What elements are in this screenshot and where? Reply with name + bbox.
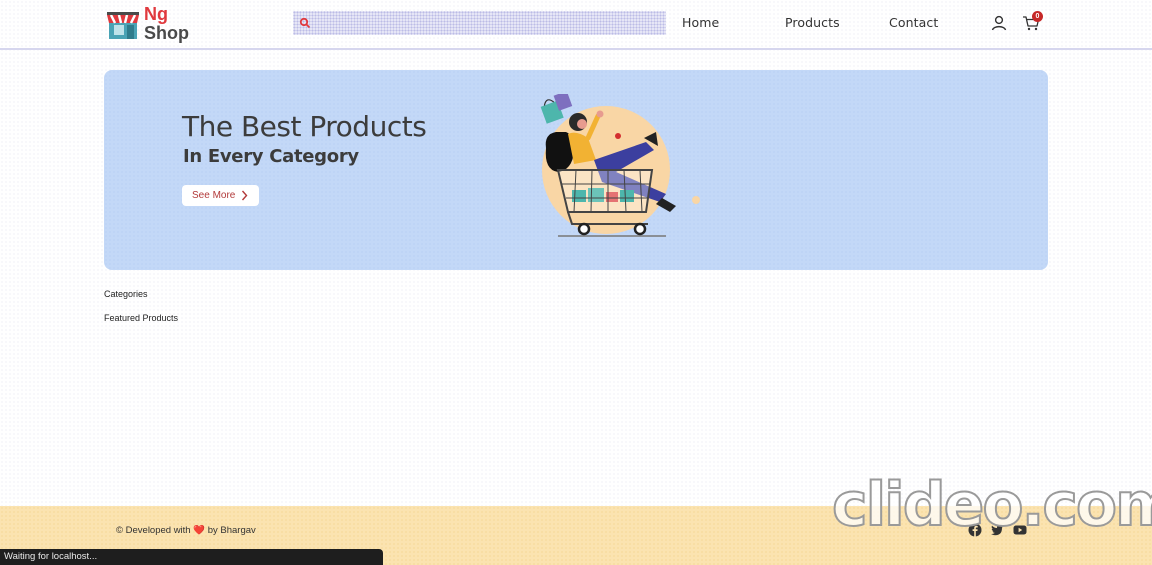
search-input[interactable] [315,13,659,33]
nav-home-link[interactable]: Home [682,15,719,30]
chevron-right-icon [241,190,248,201]
shopping-cart-illustration [540,94,700,237]
shop-logo-icon [107,12,139,39]
hero-banner: The Best Products In Every Category See … [104,70,1048,270]
logo[interactable]: Ng Shop [106,4,196,44]
browser-status-bar: Waiting for localhost... [0,549,383,565]
site-header: Ng Shop Home Products Contact 0 [0,0,1152,50]
see-more-button[interactable]: See More [182,185,259,206]
nav-contact-link[interactable]: Contact [889,15,938,30]
logo-text-shop: Shop [144,23,189,43]
hero-subtitle: In Every Category [183,146,359,167]
featured-products-heading: Featured Products [104,313,179,323]
copyright-author: by Bhargav [207,525,256,536]
categories-heading: Categories [104,289,148,299]
cart-count-badge: 0 [1032,11,1043,22]
search-icon[interactable] [299,17,311,29]
hero-title: The Best Products [182,110,427,143]
nav-products-link[interactable]: Products [785,15,840,30]
copyright-prefix: © Developed with [116,525,191,536]
watermark-text: clideo.com [831,469,1152,541]
search-bar[interactable] [293,11,666,35]
copyright-text: © Developed with ❤️ by Bhargav [116,525,256,536]
logo-text-ng: Ng [144,4,168,24]
heart-icon: ❤️ [193,525,206,536]
see-more-label: See More [192,190,236,201]
user-icon[interactable] [990,14,1008,32]
